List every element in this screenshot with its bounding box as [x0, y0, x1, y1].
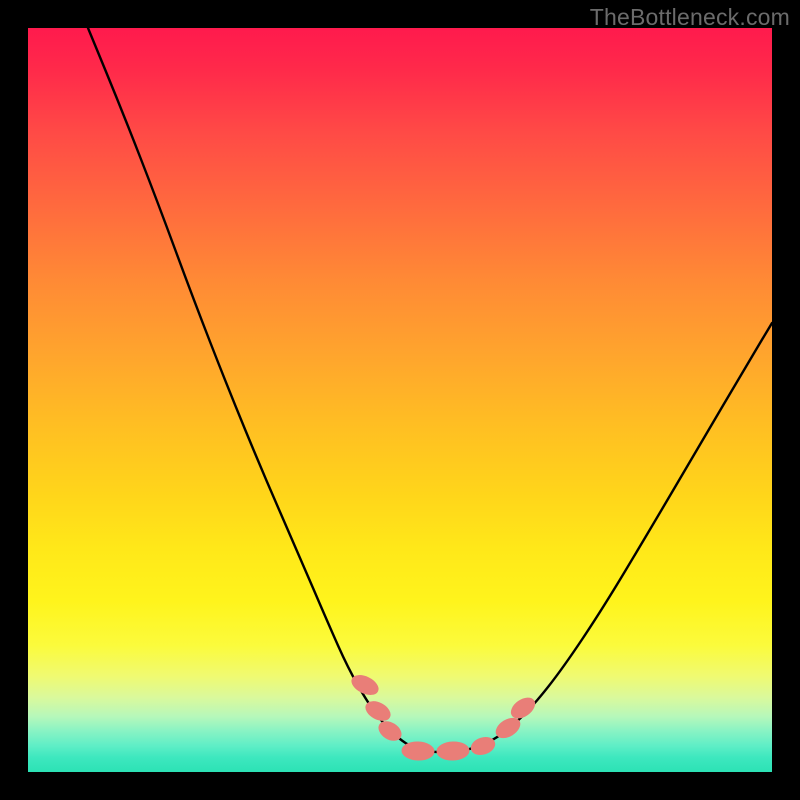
curve-layer — [28, 28, 772, 772]
watermark-text: TheBottleneck.com — [590, 4, 790, 31]
chart-frame: TheBottleneck.com — [0, 0, 800, 800]
data-markers — [349, 672, 538, 761]
plot-area — [28, 28, 772, 772]
data-marker — [508, 694, 538, 722]
data-marker — [402, 741, 435, 760]
bottleneck-curve — [88, 28, 772, 752]
data-marker — [437, 741, 470, 760]
data-marker — [469, 735, 497, 758]
